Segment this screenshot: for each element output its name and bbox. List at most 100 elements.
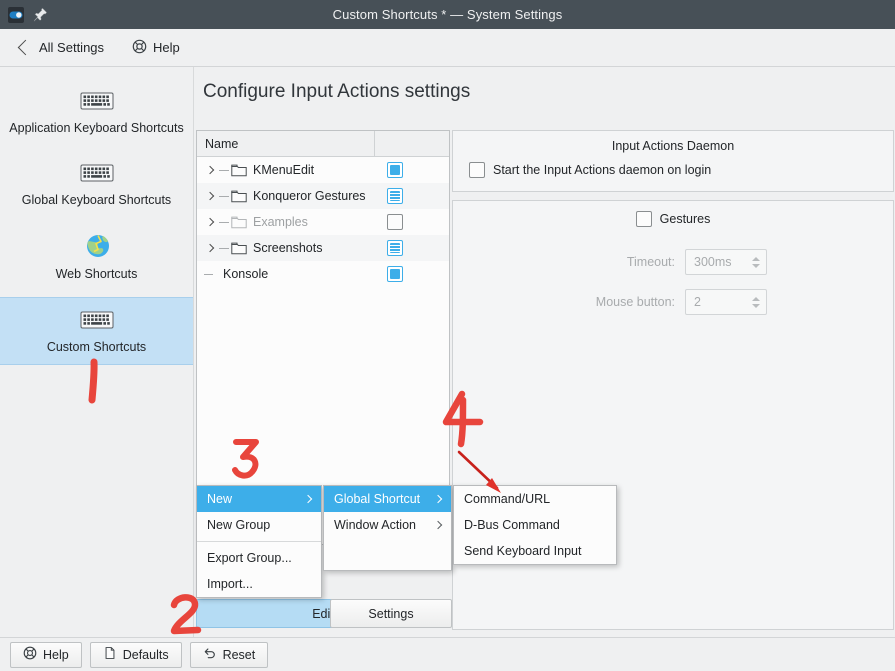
help-toolbar-button[interactable]: Help — [124, 35, 188, 61]
branch-line — [219, 221, 229, 223]
settings-button[interactable]: Settings — [330, 599, 452, 628]
tree-node-enabled-cell[interactable] — [375, 162, 449, 178]
enabled-checkbox[interactable] — [387, 266, 403, 282]
start-daemon-label: Start the Input Actions daemon on login — [493, 163, 712, 177]
mouse-button-spinbox[interactable]: 2 — [685, 289, 767, 315]
branch-line — [219, 195, 229, 197]
lifebuoy-icon — [132, 39, 147, 57]
table-row[interactable]: KMenuEdit — [197, 157, 449, 183]
daemon-group-title: Input Actions Daemon — [611, 139, 735, 153]
context-menu-new: New New Group Export Group... Import... — [196, 485, 322, 598]
menu-item-new[interactable]: New — [197, 486, 321, 512]
enabled-checkbox[interactable] — [387, 214, 403, 230]
page-title: Configure Input Actions settings — [203, 81, 471, 102]
tree-node-name[interactable]: KMenuEdit — [197, 162, 375, 178]
sidebar-item-application-keyboard-shortcuts[interactable]: Application Keyboard Shortcuts — [0, 79, 193, 145]
submenu-new-type: Global Shortcut Window Action — [323, 485, 452, 571]
folder-icon — [231, 215, 247, 229]
tree-node-name[interactable]: Examples — [197, 214, 375, 230]
reset-button-label: Reset — [222, 647, 256, 662]
menu-item-dbus-command[interactable]: D-Bus Command — [454, 512, 616, 538]
chevron-right-icon — [433, 520, 443, 530]
menu-item-send-keyboard-input[interactable]: Send Keyboard Input — [454, 538, 616, 564]
help-toolbar-label: Help — [153, 40, 180, 55]
tree-header: Name — [197, 131, 449, 157]
menu-item-label: Command/URL — [464, 492, 551, 506]
menu-item-command-url[interactable]: Command/URL — [454, 486, 616, 512]
mouse-button-value: 2 — [694, 295, 701, 309]
start-daemon-on-login-row[interactable]: Start the Input Actions daemon on login — [453, 153, 893, 178]
branch-line — [219, 247, 229, 249]
enabled-checkbox[interactable] — [387, 188, 403, 204]
table-row[interactable]: Screenshots — [197, 235, 449, 261]
all-settings-label: All Settings — [39, 40, 105, 55]
settings-button-label: Settings — [368, 606, 414, 621]
undo-arrow-icon — [203, 646, 217, 663]
keyboard-icon — [80, 308, 114, 332]
menu-item-label: New — [207, 492, 233, 506]
keyboard-icon — [80, 161, 114, 185]
timeout-label: Timeout: — [626, 255, 675, 269]
sidebar-item-label: Global Keyboard Shortcuts — [21, 193, 172, 207]
menu-item-global-shortcut[interactable]: Global Shortcut — [324, 486, 451, 512]
tree-node-name[interactable]: Screenshots — [197, 240, 375, 256]
tree-node-enabled-cell[interactable] — [375, 214, 449, 230]
timeout-spinbox[interactable]: 300ms — [685, 249, 767, 275]
tree-node-enabled-cell[interactable] — [375, 266, 449, 282]
defaults-button[interactable]: Defaults — [89, 641, 182, 668]
tree-node-name[interactable]: Konqueror Gestures — [197, 188, 375, 204]
branch-line — [219, 169, 229, 171]
reset-button[interactable]: Reset — [189, 641, 269, 668]
system-settings-window: Custom Shortcuts * — System Settings All… — [0, 0, 895, 671]
mouse-button-row: Mouse button: 2 — [453, 275, 893, 315]
help-button[interactable]: Help — [10, 641, 82, 668]
menu-item-export-group[interactable]: Export Group... — [197, 545, 321, 571]
window-titlebar: Custom Shortcuts * — System Settings — [0, 0, 895, 29]
enabled-checkbox[interactable] — [387, 162, 403, 178]
spinner-arrows-icon[interactable] — [752, 290, 760, 314]
pin-icon[interactable] — [31, 6, 49, 24]
menu-item-import[interactable]: Import... — [197, 571, 321, 597]
column-header-name[interactable]: Name — [197, 131, 375, 156]
tree-node-label: Screenshots — [253, 241, 323, 255]
folder-icon — [231, 241, 247, 255]
gestures-label: Gestures — [659, 212, 711, 226]
menu-item-label: New Group — [207, 518, 271, 532]
table-row[interactable]: Konsole — [197, 261, 449, 287]
menu-item-window-action[interactable]: Window Action — [324, 512, 451, 538]
sidebar-item-web-shortcuts[interactable]: Web Shortcuts — [0, 223, 193, 291]
timeout-row: Timeout: 300ms — [453, 227, 893, 275]
table-row[interactable]: Examples — [197, 209, 449, 235]
sidebar-item-global-keyboard-shortcuts[interactable]: Global Keyboard Shortcuts — [0, 151, 193, 217]
table-row[interactable]: Konqueror Gestures — [197, 183, 449, 209]
chevron-right-icon — [433, 494, 443, 504]
sidebar-item-custom-shortcuts[interactable]: Custom Shortcuts — [0, 297, 193, 365]
submenu-global-shortcut-type: Command/URL D-Bus Command Send Keyboard … — [453, 485, 617, 565]
gestures-row[interactable]: Gestures — [453, 201, 893, 227]
tree-node-name[interactable]: Konsole — [197, 266, 375, 282]
tree-node-enabled-cell[interactable] — [375, 240, 449, 256]
expand-arrow-icon[interactable] — [202, 162, 218, 178]
expand-arrow-icon[interactable] — [202, 214, 218, 230]
spinner-arrows-icon[interactable] — [752, 250, 760, 274]
all-settings-button[interactable]: All Settings — [12, 36, 112, 59]
expand-arrow-icon[interactable] — [202, 240, 218, 256]
menu-item-label: Export Group... — [207, 551, 292, 565]
chevron-left-icon — [17, 39, 34, 56]
mouse-button-label: Mouse button: — [595, 295, 675, 309]
enabled-checkbox[interactable] — [387, 240, 403, 256]
titlebar-icon-group — [0, 6, 49, 24]
menu-item-new-group[interactable]: New Group — [197, 512, 321, 538]
help-button-label: Help — [43, 647, 69, 662]
gestures-checkbox[interactable] — [635, 211, 652, 227]
tree-node-enabled-cell[interactable] — [375, 188, 449, 204]
expand-arrow-icon[interactable] — [202, 188, 218, 204]
sidebar-item-label: Application Keyboard Shortcuts — [9, 121, 184, 135]
start-daemon-checkbox[interactable] — [469, 162, 485, 178]
toggle-switch-icon[interactable] — [7, 6, 25, 24]
document-revert-icon — [103, 646, 117, 663]
defaults-button-label: Defaults — [122, 647, 169, 662]
dialog-button-bar: Help Defaults Reset — [0, 637, 895, 671]
input-actions-daemon-group: Input Actions Daemon Start the Input Act… — [452, 130, 894, 192]
tree-node-label: Konqueror Gestures — [253, 189, 366, 203]
